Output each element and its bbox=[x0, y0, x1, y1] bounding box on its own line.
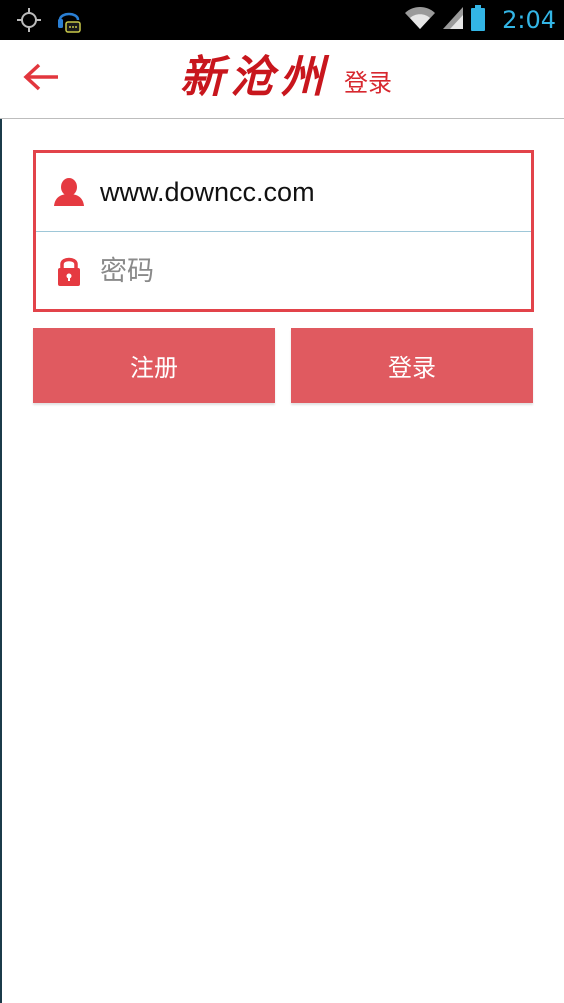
back-button[interactable] bbox=[20, 60, 62, 98]
gps-icon bbox=[16, 7, 42, 37]
login-button[interactable]: 登录 bbox=[291, 328, 533, 403]
headset-chat-icon bbox=[56, 6, 82, 38]
status-time: 2:04 bbox=[502, 6, 556, 34]
wifi-icon bbox=[404, 5, 436, 35]
lock-icon bbox=[52, 254, 86, 288]
arrow-left-icon bbox=[22, 62, 60, 96]
login-form bbox=[33, 150, 534, 312]
screen-edge bbox=[0, 0, 2, 1003]
battery-icon bbox=[470, 4, 486, 36]
page-title: 登录 bbox=[344, 69, 392, 97]
username-field[interactable] bbox=[36, 153, 531, 232]
app-header: 新沧州 登录 bbox=[0, 40, 564, 119]
register-button[interactable]: 注册 bbox=[33, 328, 275, 403]
signal-icon bbox=[442, 5, 464, 35]
password-input[interactable] bbox=[100, 255, 500, 287]
brand-logo: 新沧州 bbox=[180, 52, 330, 103]
username-input[interactable] bbox=[100, 176, 500, 208]
status-bar: 2:04 bbox=[0, 0, 564, 40]
password-field[interactable] bbox=[36, 232, 531, 310]
user-icon bbox=[52, 175, 86, 209]
